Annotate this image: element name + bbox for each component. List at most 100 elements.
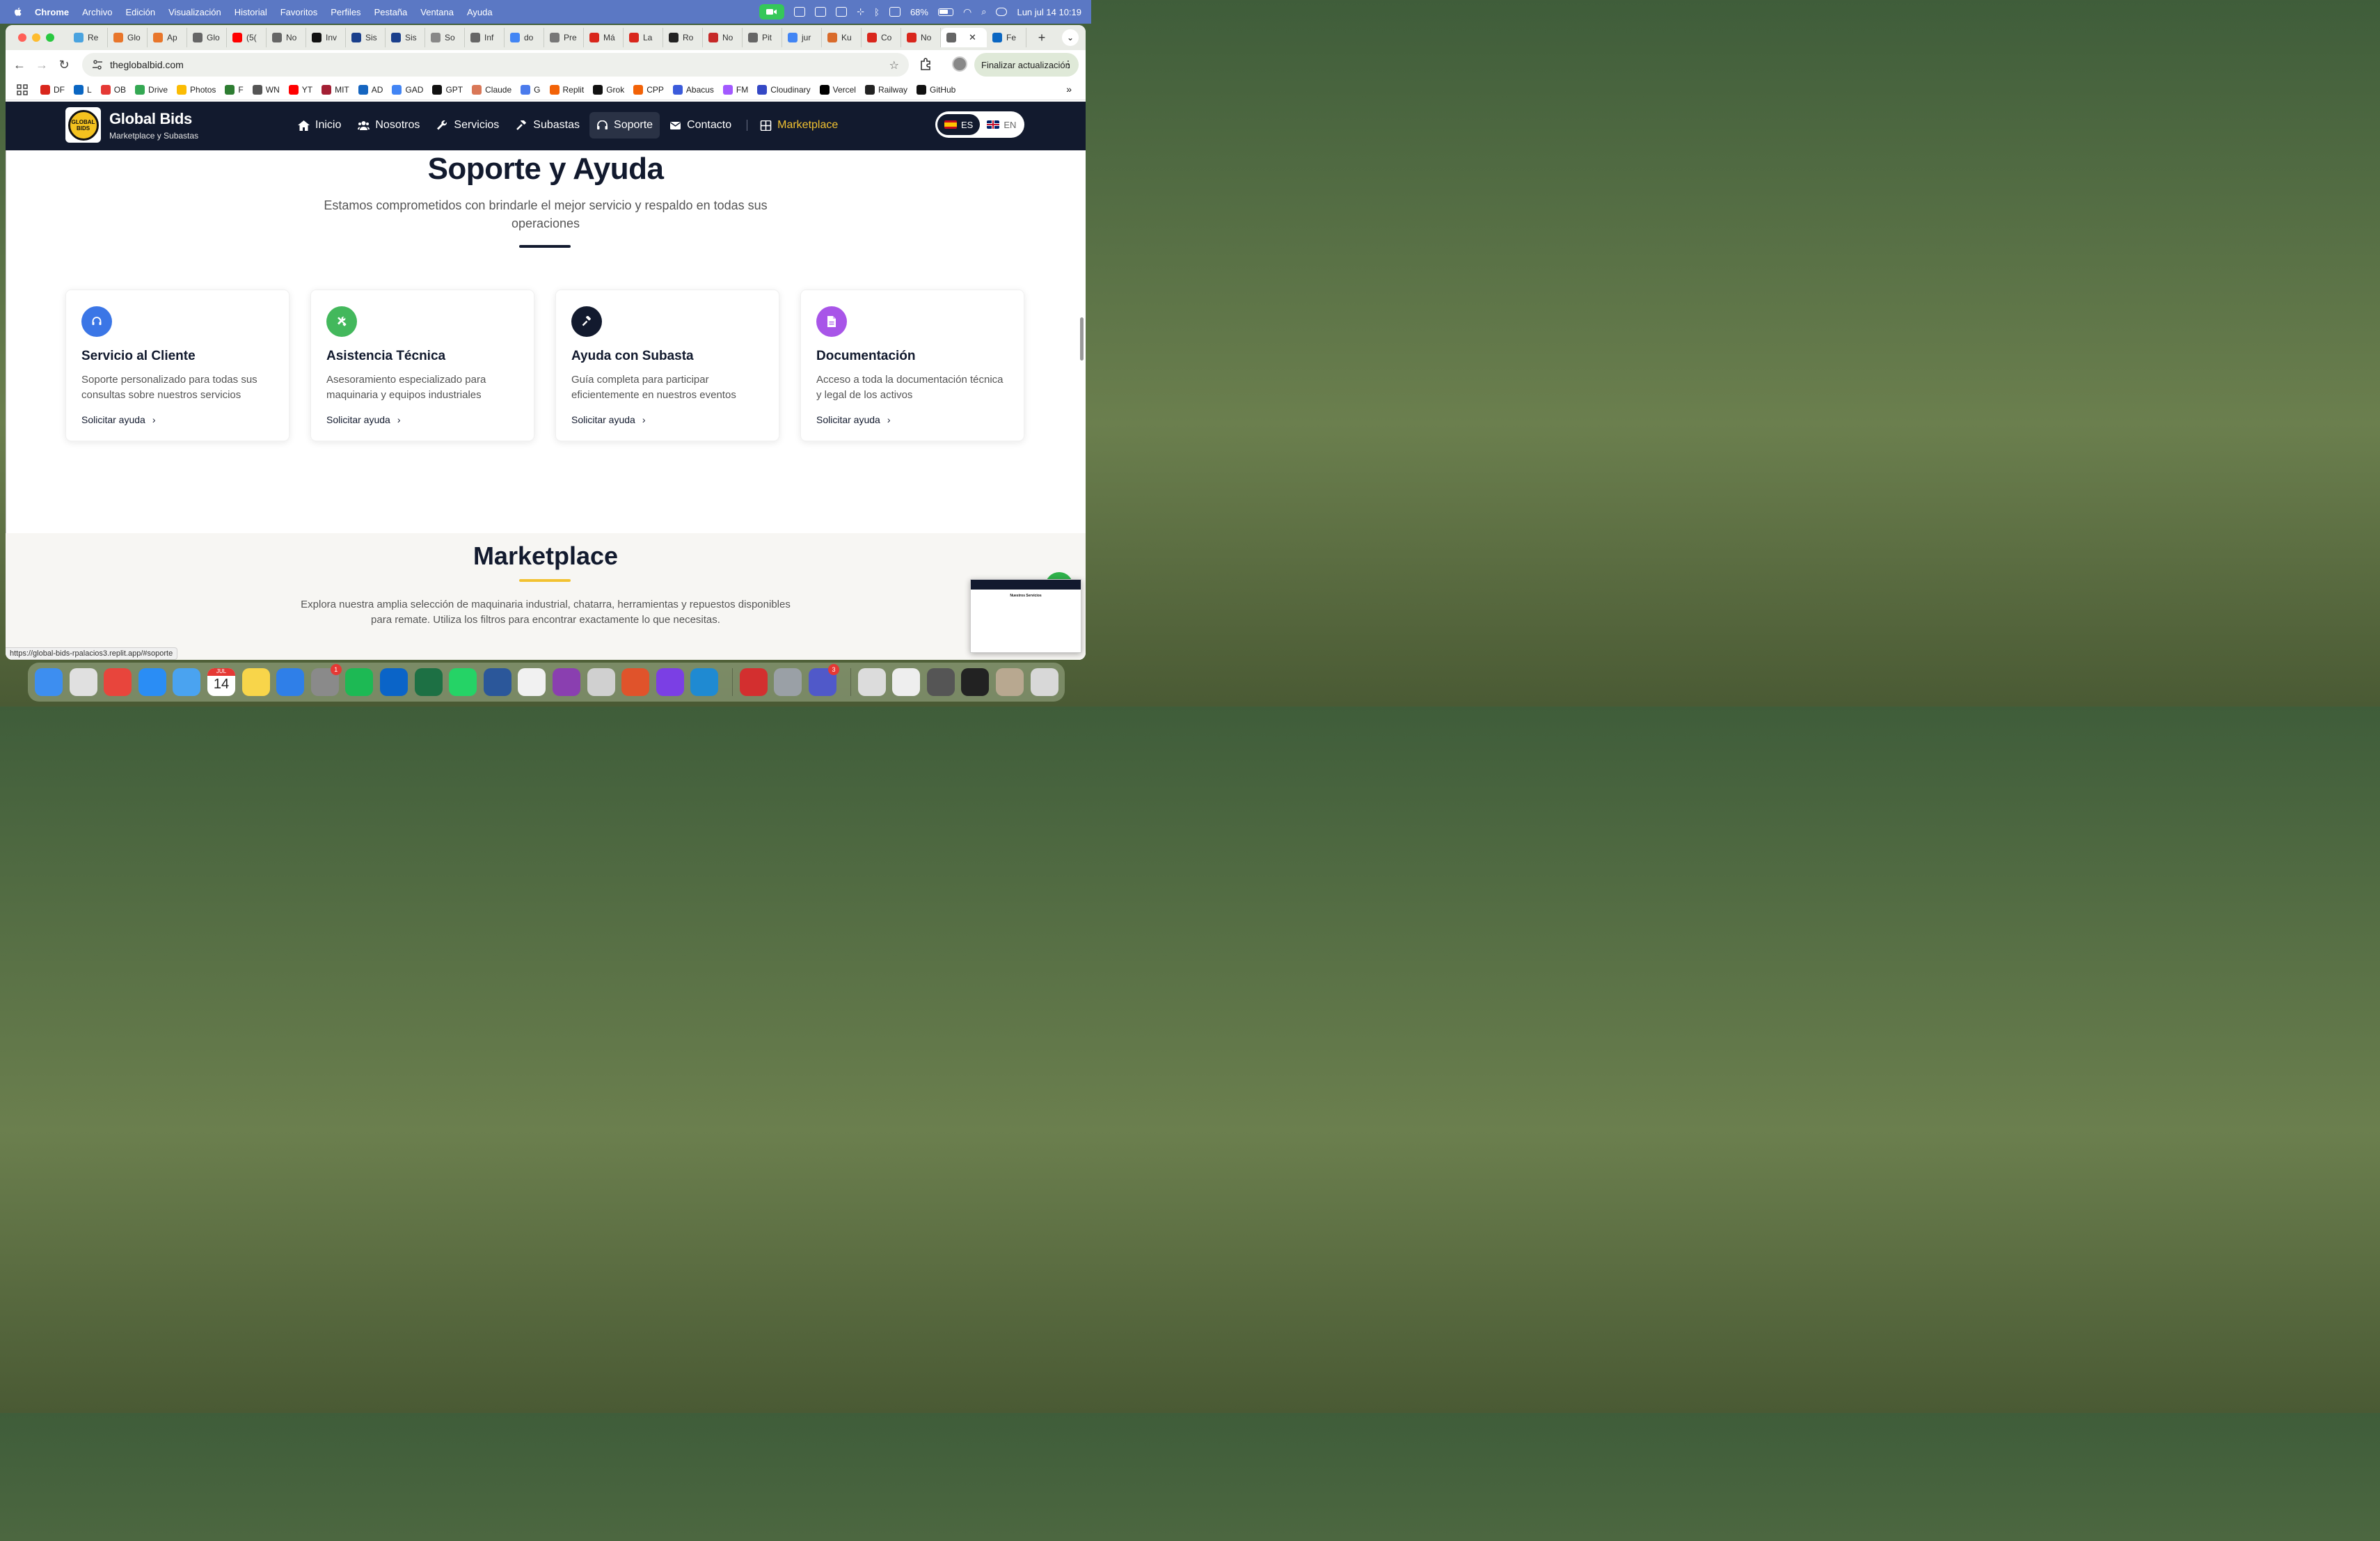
bookmark-item[interactable]: L [74, 84, 92, 95]
trash-icon[interactable] [1030, 668, 1058, 696]
address-bar[interactable]: theglobalbid.com ☆ [82, 53, 909, 77]
bookmark-item[interactable]: GAD [392, 84, 423, 95]
screen-recorder-icon[interactable] [552, 668, 580, 696]
lang-en-button[interactable]: EN [980, 114, 1023, 135]
bookmark-item[interactable]: AD [358, 84, 383, 95]
nav-nosotros[interactable]: Nosotros [351, 112, 427, 139]
more-menu-icon[interactable]: ⋮ [1063, 58, 1073, 70]
extensions-icon[interactable] [919, 57, 933, 71]
tab[interactable]: No [901, 28, 941, 47]
close-tab-icon[interactable]: ✕ [969, 32, 976, 43]
tab[interactable]: Ku [822, 28, 862, 47]
recent-window-5[interactable] [996, 668, 1024, 696]
bookmark-item[interactable]: OB [100, 84, 126, 95]
teams-icon[interactable]: 3 [809, 664, 840, 696]
chrome-icon[interactable] [104, 668, 132, 696]
nav-contacto[interactable]: Contacto [663, 112, 738, 139]
bookmark-item[interactable]: WN [252, 84, 280, 95]
github-desktop-icon[interactable] [656, 668, 684, 696]
acrobat-icon[interactable] [739, 668, 768, 696]
tab[interactable]: Co [862, 28, 901, 47]
tab-active[interactable]: ✕ [941, 28, 987, 47]
request-help-link[interactable]: Solicitar ayuda › [81, 414, 156, 425]
recent-window-4[interactable] [961, 668, 990, 696]
grid-app-icon[interactable] [621, 668, 650, 696]
forward-button[interactable]: → [31, 54, 53, 76]
brand[interactable]: Global Bids Marketplace y Subastas [109, 110, 198, 141]
menu-ventana[interactable]: Ventana [420, 7, 454, 17]
tab[interactable]: Glo [108, 28, 148, 47]
back-button[interactable]: ← [8, 54, 31, 76]
bookmark-item[interactable]: Vercel [819, 84, 856, 95]
keynote-icon[interactable] [276, 668, 305, 696]
settings-icon[interactable]: 1 [310, 664, 342, 696]
recent-window-1[interactable] [857, 668, 886, 696]
tab[interactable]: Pit [743, 28, 782, 47]
airdrop-icon[interactable]: ⊹ [857, 6, 864, 17]
outlook-status-icon[interactable] [815, 7, 827, 17]
tab[interactable]: Inf [465, 28, 505, 47]
bookmark-item[interactable]: GPT [432, 84, 463, 95]
site-logo[interactable]: GLOBAL BIDS [65, 107, 101, 143]
tab[interactable]: Glo [187, 28, 227, 47]
word-icon[interactable] [483, 668, 511, 696]
tab[interactable]: Sis [346, 28, 386, 47]
tab[interactable]: do [505, 28, 544, 47]
camera-in-use-icon[interactable] [759, 4, 785, 19]
menu-pestana[interactable]: Pestaña [374, 7, 408, 17]
profile-avatar[interactable] [952, 56, 967, 72]
minimize-window-button[interactable] [32, 33, 40, 42]
tab[interactable]: La [624, 28, 663, 47]
tab[interactable]: No [267, 28, 306, 47]
tab[interactable]: Sis [386, 28, 425, 47]
display-icon[interactable] [889, 7, 901, 17]
tab[interactable]: Fe [987, 28, 1026, 47]
excel-icon[interactable] [414, 668, 443, 696]
reload-button[interactable]: ↻ [53, 54, 75, 76]
finish-update-button[interactable]: Finalizar actualización ⋮ [974, 53, 1079, 77]
menu-favoritos[interactable]: Favoritos [280, 7, 317, 17]
tab[interactable]: Pre [544, 28, 584, 47]
bookmark-item[interactable]: YT [288, 84, 312, 95]
vscode-icon[interactable] [690, 668, 719, 696]
calendar-icon[interactable]: JUL 14 [207, 668, 235, 696]
screenshot-thumbnail[interactable]: Nuestros Servicios [970, 579, 1081, 653]
bookmarks-overflow-icon[interactable]: » [1066, 84, 1072, 95]
tab[interactable]: Má [584, 28, 624, 47]
tab[interactable]: Re [68, 28, 108, 47]
bookmark-item[interactable]: Railway [864, 84, 907, 95]
request-help-link[interactable]: Solicitar ayuda › [816, 414, 891, 425]
teams-status-icon[interactable] [794, 7, 806, 17]
menu-archivo[interactable]: Archivo [82, 7, 112, 17]
mail-icon[interactable] [173, 668, 201, 696]
bookmark-star-icon[interactable]: ☆ [889, 58, 899, 72]
request-help-link[interactable]: Solicitar ayuda › [571, 414, 646, 425]
bookmark-item[interactable]: FM [722, 84, 748, 95]
spotlight-search-icon[interactable]: ⌕ [981, 6, 986, 17]
tab[interactable]: Ro [663, 28, 703, 47]
menu-app-name[interactable]: Chrome [35, 7, 69, 17]
menu-ayuda[interactable]: Ayuda [467, 7, 493, 17]
request-help-link[interactable]: Solicitar ayuda › [326, 414, 401, 425]
tab[interactable]: So [425, 28, 465, 47]
tab[interactable]: jur [782, 28, 822, 47]
safari-icon[interactable] [138, 668, 166, 696]
notes-icon[interactable] [241, 668, 270, 696]
apple-icon[interactable] [13, 6, 24, 17]
bluetooth-icon[interactable]: ᛒ [874, 7, 880, 17]
bookmark-item[interactable]: F [225, 84, 244, 95]
menu-edicion[interactable]: Edición [125, 7, 155, 17]
apps-grid-icon[interactable] [17, 84, 28, 95]
bookmark-item[interactable]: Drive [135, 84, 168, 95]
bookmark-item[interactable]: Replit [549, 84, 584, 95]
url-text[interactable]: theglobalbid.com [110, 59, 184, 70]
bookmark-item[interactable]: Photos [177, 84, 216, 95]
whatsapp-icon[interactable] [449, 668, 477, 696]
image-status-icon[interactable] [836, 7, 848, 17]
menu-historial[interactable]: Historial [235, 7, 267, 17]
bookmark-item[interactable]: DF [40, 84, 65, 95]
fantastical-icon[interactable] [518, 668, 546, 696]
menu-perfiles[interactable]: Perfiles [331, 7, 360, 17]
control-center-icon[interactable] [996, 8, 1008, 16]
bookmark-item[interactable]: Cloudinary [757, 84, 811, 95]
